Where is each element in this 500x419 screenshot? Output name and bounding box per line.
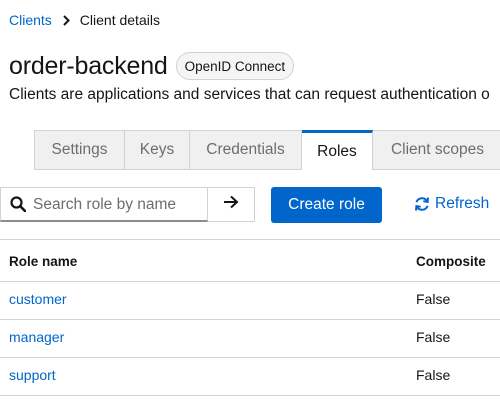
search-role-input[interactable] [33, 193, 205, 217]
tab-keys[interactable]: Keys [125, 130, 190, 170]
table-top-divider [0, 239, 500, 240]
search-submit-button[interactable] [208, 187, 255, 222]
role-link[interactable]: support [9, 367, 56, 383]
refresh-button[interactable]: Refresh [414, 194, 489, 214]
arrow-right-icon [223, 195, 239, 214]
row-divider [0, 357, 500, 358]
tab-settings[interactable]: Settings [34, 130, 125, 170]
composite-value: False [416, 367, 451, 383]
chevron-right-icon [63, 14, 70, 26]
create-role-button[interactable]: Create role [271, 187, 382, 223]
composite-value: False [416, 329, 451, 345]
page-title: order-backend [9, 51, 168, 80]
title-row: order-backend OpenID Connect [9, 49, 295, 83]
search-box [0, 187, 208, 222]
tab-credentials[interactable]: Credentials [190, 130, 302, 170]
page-description: Clients are applications and services th… [9, 86, 490, 103]
tab-client-scopes[interactable]: Client scopes [373, 130, 500, 170]
role-link[interactable]: manager [9, 329, 64, 345]
column-header-composite: Composite [416, 254, 486, 269]
column-header-role-name[interactable]: Role name [9, 254, 77, 269]
tab-roles[interactable]: Roles [302, 130, 373, 170]
table-header-divider [0, 281, 500, 282]
client-tabs: Settings Keys Credentials Roles Client s… [34, 130, 500, 170]
breadcrumb-current: Client details [79, 12, 160, 28]
refresh-label: Refresh [435, 195, 490, 212]
role-link[interactable]: customer [9, 291, 67, 307]
search-icon [10, 196, 27, 217]
protocol-badge: OpenID Connect [175, 52, 295, 80]
refresh-icon [415, 197, 429, 211]
breadcrumb: Clients Client details [9, 11, 160, 29]
breadcrumb-clients-link[interactable]: Clients [9, 12, 52, 28]
row-divider [0, 395, 500, 396]
row-divider [0, 319, 500, 320]
composite-value: False [416, 291, 451, 307]
